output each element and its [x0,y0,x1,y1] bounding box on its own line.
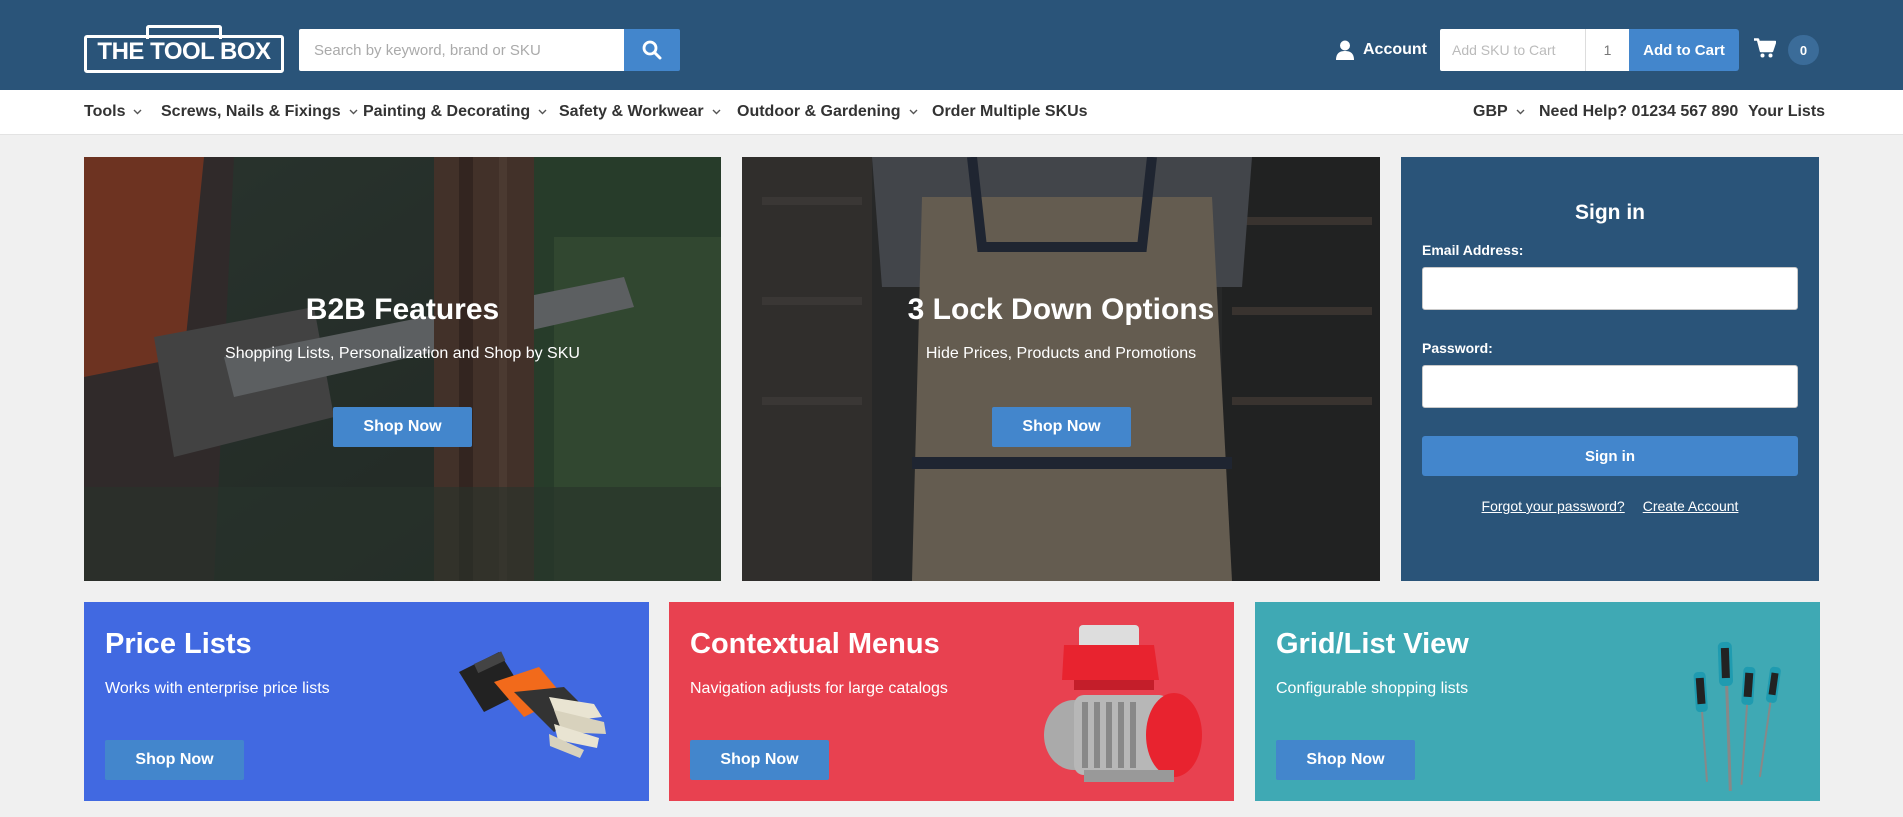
help-phone[interactable]: Need Help? 01234 567 890 [1539,90,1738,134]
logo-text: THE TOOL BOX [97,38,271,65]
create-account-link[interactable]: Create Account [1643,498,1739,514]
tile-shop-now-button[interactable]: Shop Now [105,740,244,780]
nav-item-screws[interactable]: Screws, Nails & Fixings [161,90,358,134]
nav-item-order-multiple[interactable]: Order Multiple SKUs [932,90,1088,134]
nav-item-tools[interactable]: Tools [84,90,142,134]
tile-title: Contextual Menus [690,628,940,660]
promo-tile-contextual-menus: Contextual Menus Navigation adjusts for … [669,602,1234,801]
tile-shop-now-button[interactable]: Shop Now [690,740,829,780]
add-to-cart-button[interactable]: Add to Cart [1629,29,1739,71]
tile-title: Grid/List View [1276,628,1469,660]
tile-subtitle: Works with enterprise price lists [105,680,330,697]
nav-item-label: Tools [84,103,126,120]
tile-title: Price Lists [105,628,252,660]
password-label: Password: [1422,340,1493,356]
hero-title: B2B Features [305,293,500,326]
chevron-down-icon [538,109,547,115]
chevron-down-icon [712,109,721,115]
logo[interactable]: THE TOOL BOX [84,25,284,73]
forgot-password-link[interactable]: Forgot your password? [1482,498,1625,514]
chevron-down-icon [1516,109,1525,115]
hero-overlay [84,157,721,581]
nav-item-label: Outdoor & Gardening [737,103,901,120]
nav-item-label: Safety & Workwear [559,103,704,120]
tile-subtitle: Configurable shopping lists [1276,680,1469,697]
search-button[interactable] [624,29,680,71]
password-field[interactable] [1422,365,1798,408]
hero-shop-now-button[interactable]: Shop Now [992,407,1131,447]
hero-subtitle: Hide Prices, Products and Promotions [925,345,1197,362]
account-link[interactable]: Account [1336,38,1427,62]
signin-title: Sign in [1575,201,1645,224]
tile-shop-now-button[interactable]: Shop Now [1276,740,1415,780]
hero-banner-b2b: B2B Features Shopping Lists, Personaliza… [84,157,721,581]
hero-shop-now-button[interactable]: Shop Now [333,407,472,447]
signin-links: Forgot your password? Create Account [1401,498,1819,514]
chevron-down-icon [909,109,918,115]
account-label: Account [1363,41,1427,58]
your-lists-link[interactable]: Your Lists [1748,90,1825,134]
nav-item-label: Painting & Decorating [363,103,531,120]
tile-subtitle: Navigation adjusts for large catalogs [690,680,948,697]
hero-overlay [742,157,1380,581]
nav-item-label: Order Multiple SKUs [932,103,1088,120]
email-field[interactable] [1422,267,1798,310]
hero-title: 3 Lock Down Options [907,293,1215,326]
search-icon [642,40,662,60]
hero-banner-lockdown: 3 Lock Down Options Hide Prices, Product… [742,157,1380,581]
chevron-down-icon [133,109,142,115]
search-input[interactable] [299,29,624,71]
hero-subtitle: Shopping Lists, Personalization and Shop… [225,345,580,362]
top-header: THE TOOL BOX Account Add to Cart 0 [0,0,1903,90]
nav-item-painting[interactable]: Painting & Decorating [363,90,547,134]
nav-item-safety[interactable]: Safety & Workwear [559,90,721,134]
currency-label: GBP [1473,103,1508,120]
quantity-input[interactable] [1585,29,1629,71]
email-label: Email Address: [1422,242,1524,258]
user-icon [1336,40,1354,60]
signin-button[interactable]: Sign in [1422,436,1798,476]
promo-tile-price-lists: Price Lists Works with enterprise price … [84,602,649,801]
chevron-down-icon [349,109,358,115]
currency-selector[interactable]: GBP [1473,90,1525,134]
screwdrivers-image [1693,641,1781,791]
nav-item-label: Screws, Nails & Fixings [161,103,341,120]
main-nav: Tools Screws, Nails & Fixings Painting &… [0,90,1903,135]
pump-image [1044,625,1202,782]
cart-count-badge[interactable]: 0 [1788,35,1819,65]
sku-input[interactable] [1440,29,1585,71]
cart-icon[interactable] [1754,38,1777,63]
glove-image [459,651,606,758]
signin-panel: Sign in Email Address: Password: Sign in… [1401,157,1819,581]
nav-item-outdoor[interactable]: Outdoor & Gardening [737,90,918,134]
promo-tile-grid-list-view: Grid/List View Configurable shopping lis… [1255,602,1820,801]
